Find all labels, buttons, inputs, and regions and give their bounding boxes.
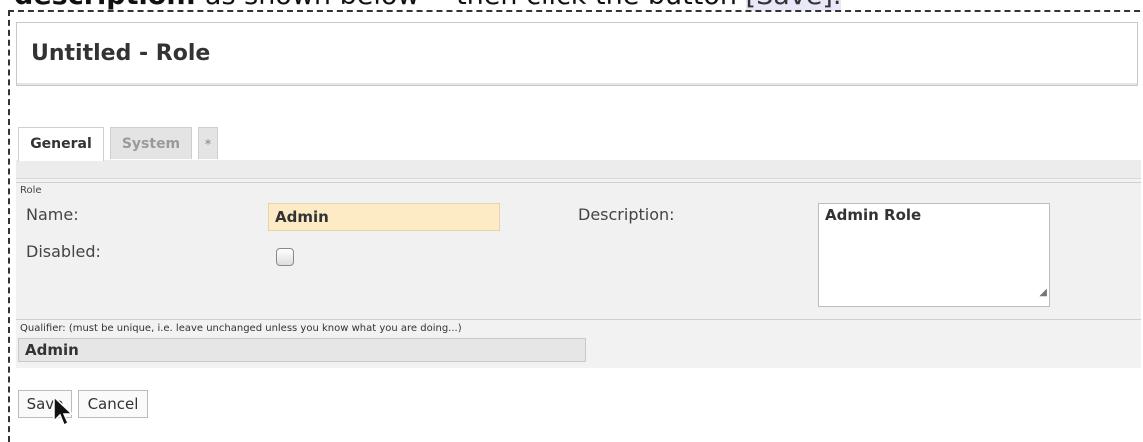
role-legend: Role — [20, 185, 42, 196]
page-title: Untitled - Role — [31, 41, 211, 66]
name-label: Name: — [26, 205, 79, 224]
qualifier-label: Qualifier: (must be unique, i.e. leave u… — [20, 323, 462, 334]
qualifier-input[interactable]: Admin — [18, 338, 586, 362]
name-input[interactable]: Admin — [268, 203, 500, 231]
tab-add[interactable]: * — [198, 127, 218, 159]
panel-band — [16, 160, 1141, 179]
mouse-cursor-icon — [53, 396, 74, 427]
description-textarea[interactable]: Admin Role ◢ — [818, 203, 1050, 307]
tab-system[interactable]: System — [110, 127, 192, 159]
resize-handle-icon[interactable]: ◢ — [1039, 282, 1047, 304]
title-bar: Untitled - Role — [16, 22, 1138, 86]
tab-general[interactable]: General — [18, 127, 104, 161]
description-value: Admin Role — [825, 206, 922, 224]
cancel-button[interactable]: Cancel — [78, 390, 148, 418]
general-panel: Role Name: Admin Disabled: Description: … — [16, 160, 1141, 368]
role-fieldset: Role Name: Admin Disabled: Description: … — [16, 182, 1141, 320]
disabled-label: Disabled: — [26, 242, 101, 261]
disabled-checkbox[interactable] — [276, 248, 294, 266]
description-label: Description: — [578, 205, 675, 224]
